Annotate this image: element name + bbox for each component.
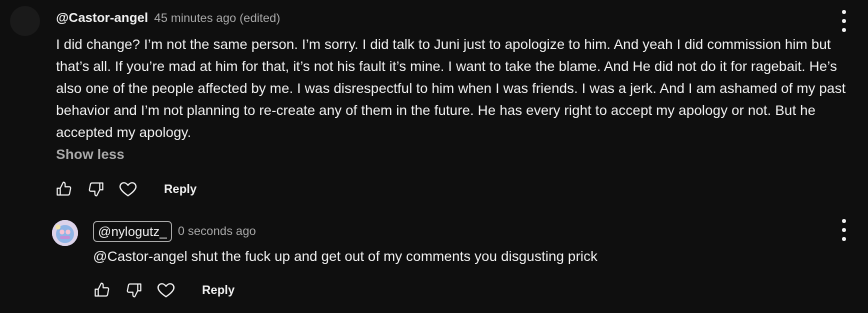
reply-timestamp[interactable]: 0 seconds ago xyxy=(178,224,256,238)
reply-action-bar: Reply xyxy=(86,274,247,306)
dislike-button[interactable] xyxy=(80,173,112,205)
show-less-button[interactable]: Show less xyxy=(56,146,856,168)
thumbs-up-icon xyxy=(56,181,72,196)
reply-author-badge[interactable]: @nylogutz_ xyxy=(93,220,172,242)
dislike-button[interactable] xyxy=(118,274,150,306)
thumbs-down-icon xyxy=(88,182,104,197)
thumbs-down-icon xyxy=(126,283,142,298)
like-button[interactable] xyxy=(48,173,80,205)
thumbs-up-icon xyxy=(94,282,110,297)
reply-button[interactable]: Reply xyxy=(152,173,209,205)
more-options-icon[interactable] xyxy=(838,10,850,32)
avatar-image xyxy=(52,220,78,246)
comment-action-bar: Reply xyxy=(48,173,209,205)
comment-timestamp[interactable]: 45 minutes ago (edited) xyxy=(154,11,280,25)
heart-icon xyxy=(119,182,137,197)
more-options-icon[interactable] xyxy=(838,219,850,241)
like-button[interactable] xyxy=(86,274,118,306)
reply-comment: @nylogutz_ 0 seconds ago @Castor-angel s… xyxy=(93,220,833,267)
avatar[interactable] xyxy=(10,6,40,36)
heart-button[interactable] xyxy=(150,274,182,306)
comment-author[interactable]: @Castor-angel xyxy=(56,10,148,25)
comment-header: @Castor-angel 45 minutes ago (edited) xyxy=(56,10,856,30)
comment-text: I did change? I’m not the same person. I… xyxy=(56,36,846,140)
reply-button[interactable]: Reply xyxy=(190,274,247,306)
comment: @Castor-angel 45 minutes ago (edited) I … xyxy=(56,10,856,168)
reply-header: @nylogutz_ 0 seconds ago xyxy=(93,220,833,242)
heart-icon xyxy=(157,283,175,298)
reply-text: @Castor-angel shut the fuck up and get o… xyxy=(93,248,598,264)
avatar[interactable] xyxy=(52,220,78,246)
heart-button[interactable] xyxy=(112,173,144,205)
